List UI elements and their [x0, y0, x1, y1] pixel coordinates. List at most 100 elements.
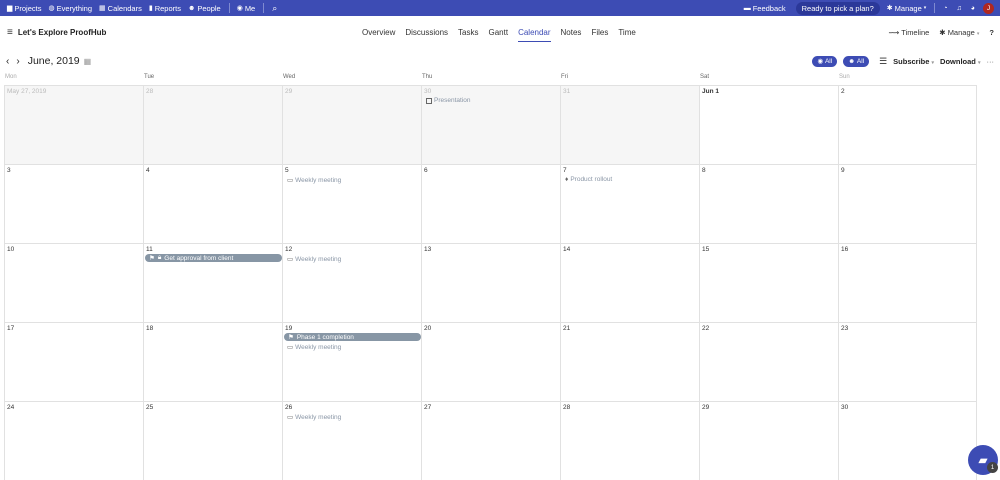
calendar-day-cell[interactable]: 26 ▭ Weekly meeting: [282, 401, 421, 480]
chat-widget-button[interactable]: ▰ 1: [968, 445, 998, 475]
people-filter-label: All: [856, 57, 865, 65]
calendar-picker-icon[interactable]: ▦: [84, 57, 92, 66]
tab-tasks[interactable]: Tasks: [458, 16, 478, 48]
calendar-day-cell[interactable]: 2: [838, 85, 977, 164]
calendar-event[interactable]: ▭ Weekly meeting: [287, 343, 341, 352]
day-number: 18: [146, 325, 154, 332]
calendar-day-cell[interactable]: 12 ▭ Weekly meeting: [282, 243, 421, 322]
feedback-button[interactable]: ▬ Feedback: [744, 4, 786, 13]
tab-overview[interactable]: Overview: [362, 16, 395, 48]
nav-people[interactable]: ☻ People: [188, 4, 221, 13]
milestone-bar[interactable]: ⚑ 🔒︎ Get approval from client: [145, 254, 282, 262]
nav-reports[interactable]: ▮ Reports: [149, 4, 181, 13]
chat-badge: 1: [987, 462, 998, 473]
project-title[interactable]: Let's Explore ProofHub: [18, 28, 107, 37]
sliders-icon[interactable]: ☰: [879, 56, 887, 67]
checkbox-icon[interactable]: [426, 97, 432, 104]
nav-divider: [263, 3, 265, 13]
day-number: 31: [563, 88, 571, 95]
speech-bubble-icon: ▬: [743, 4, 751, 12]
milestone-title: Phase 1 completion: [296, 333, 354, 341]
me-link[interactable]: ◉ Me: [237, 4, 256, 13]
calendar-day-cell[interactable]: 16: [838, 243, 977, 322]
calendar-day-cell[interactable]: 22: [699, 322, 838, 401]
notifications-button[interactable]: ♫: [957, 5, 962, 12]
calendar-day-cell[interactable]: 19 ⚑ Phase 1 completion ▭ Weekly meeting: [282, 322, 421, 401]
timer-button[interactable]: ◔: [943, 5, 947, 12]
help-icon[interactable]: ?: [989, 28, 994, 37]
calendar-day-cell[interactable]: 31: [560, 85, 699, 164]
calendar-day-cell[interactable]: 24: [4, 401, 143, 480]
calendar-day-cell[interactable]: 30 Presentation: [421, 85, 560, 164]
pick-plan-button[interactable]: Ready to pick a plan?: [795, 1, 880, 15]
calendar-day-cell[interactable]: 29: [699, 401, 838, 480]
calendar-day-cell[interactable]: 30: [838, 401, 977, 480]
next-month-button[interactable]: ›: [16, 56, 19, 67]
timeline-button[interactable]: ⟿ Timeline: [889, 28, 930, 37]
more-options-icon[interactable]: ···: [987, 57, 995, 66]
bell-icon: ♫: [956, 4, 962, 12]
calendar-day-cell[interactable]: 15: [699, 243, 838, 322]
milestone-bar[interactable]: ⚑ Phase 1 completion: [284, 333, 421, 341]
calendar-day-cell[interactable]: 7 ♦ Product rollout: [560, 164, 699, 243]
calendar-day-cell[interactable]: 27: [421, 401, 560, 480]
calendar-day-cell[interactable]: 23: [838, 322, 977, 401]
calendar-day-cell[interactable]: 3: [4, 164, 143, 243]
subscribe-menu[interactable]: Subscribe ▾: [893, 57, 934, 66]
download-menu[interactable]: Download ▾: [940, 57, 980, 66]
tab-time[interactable]: Time: [618, 16, 635, 48]
calendar-day-cell[interactable]: 13: [421, 243, 560, 322]
calendar-week-row: 17 18 19 ⚑ Phase 1 completion ▭ Weekly meeting…: [4, 322, 977, 401]
calendar-day-cell[interactable]: 6: [421, 164, 560, 243]
manage-menu[interactable]: ✱ Manage ▾: [887, 4, 927, 13]
prev-month-button[interactable]: ‹: [6, 56, 9, 67]
weekday-label: Sat: [700, 74, 710, 80]
nav-everything[interactable]: ◍ Everything: [48, 4, 92, 13]
search-button[interactable]: ⌕: [272, 3, 277, 14]
calendar-event[interactable]: ▭ Weekly meeting: [287, 255, 342, 264]
calendar-day-cell[interactable]: Jun 1: [699, 85, 838, 164]
calendar-day-cell[interactable]: 4: [143, 164, 282, 243]
calendar-event[interactable]: ▭ Weekly meeting: [287, 413, 341, 422]
calendar-day-cell[interactable]: 10: [4, 243, 143, 322]
tab-files[interactable]: Files: [591, 16, 608, 48]
event-title: Weekly meeting: [295, 255, 342, 263]
calendar-event[interactable]: ♦ Product rollout: [565, 176, 612, 183]
calendar-day-cell[interactable]: 14: [560, 243, 699, 322]
calendar-day-cell[interactable]: 5 ▭ Weekly meeting: [282, 164, 421, 243]
calendar-day-cell[interactable]: 11 ⚑ 🔒︎ Get approval from client: [143, 243, 282, 322]
subscribe-label: Subscribe: [893, 56, 930, 66]
calendar-day-cell[interactable]: 25: [143, 401, 282, 480]
calendar-day-cell[interactable]: 21: [560, 322, 699, 401]
quick-add-button[interactable]: ◕: [971, 5, 975, 12]
tab-discussions[interactable]: Discussions: [405, 16, 448, 48]
calendar-event[interactable]: Presentation: [426, 97, 471, 104]
day-number: 8: [702, 167, 706, 174]
calendar-day-cell[interactable]: 29: [282, 85, 421, 164]
calendar-day-cell[interactable]: 18: [143, 322, 282, 401]
day-number: 14: [563, 246, 571, 253]
people-filter-button[interactable]: ☻ All: [843, 55, 870, 67]
calendar-day-cell[interactable]: 20: [421, 322, 560, 401]
project-manage-menu[interactable]: ✱ Manage ▾: [939, 28, 979, 37]
day-number: 2: [841, 88, 845, 95]
calendar-day-cell[interactable]: 9: [838, 164, 977, 243]
visibility-filter-button[interactable]: ◉ All: [812, 55, 838, 67]
calendar-day-cell[interactable]: 8: [699, 164, 838, 243]
calendar-day-cell[interactable]: 28: [143, 85, 282, 164]
nav-projects[interactable]: ▆ Projects: [7, 4, 41, 13]
tab-notes[interactable]: Notes: [561, 16, 582, 48]
bell-icon: ♦: [565, 176, 569, 183]
calendar-day-cell[interactable]: 28: [560, 401, 699, 480]
day-number: 19: [285, 325, 293, 332]
calendar-day-cell[interactable]: May 27, 2019: [4, 85, 143, 164]
hamburger-menu-icon[interactable]: ≡: [7, 27, 13, 38]
tab-calendar[interactable]: Calendar: [518, 16, 552, 48]
nav-calendars[interactable]: ▦ Calendars: [99, 4, 142, 13]
calendar-event[interactable]: ▭ Weekly meeting: [287, 176, 341, 185]
calendar-day-cell[interactable]: 17: [4, 322, 143, 401]
avatar[interactable]: J: [983, 2, 994, 14]
search-icon: ⌕: [272, 2, 278, 13]
weekday-label: Wed: [283, 74, 296, 80]
tab-gantt[interactable]: Gantt: [488, 16, 508, 48]
